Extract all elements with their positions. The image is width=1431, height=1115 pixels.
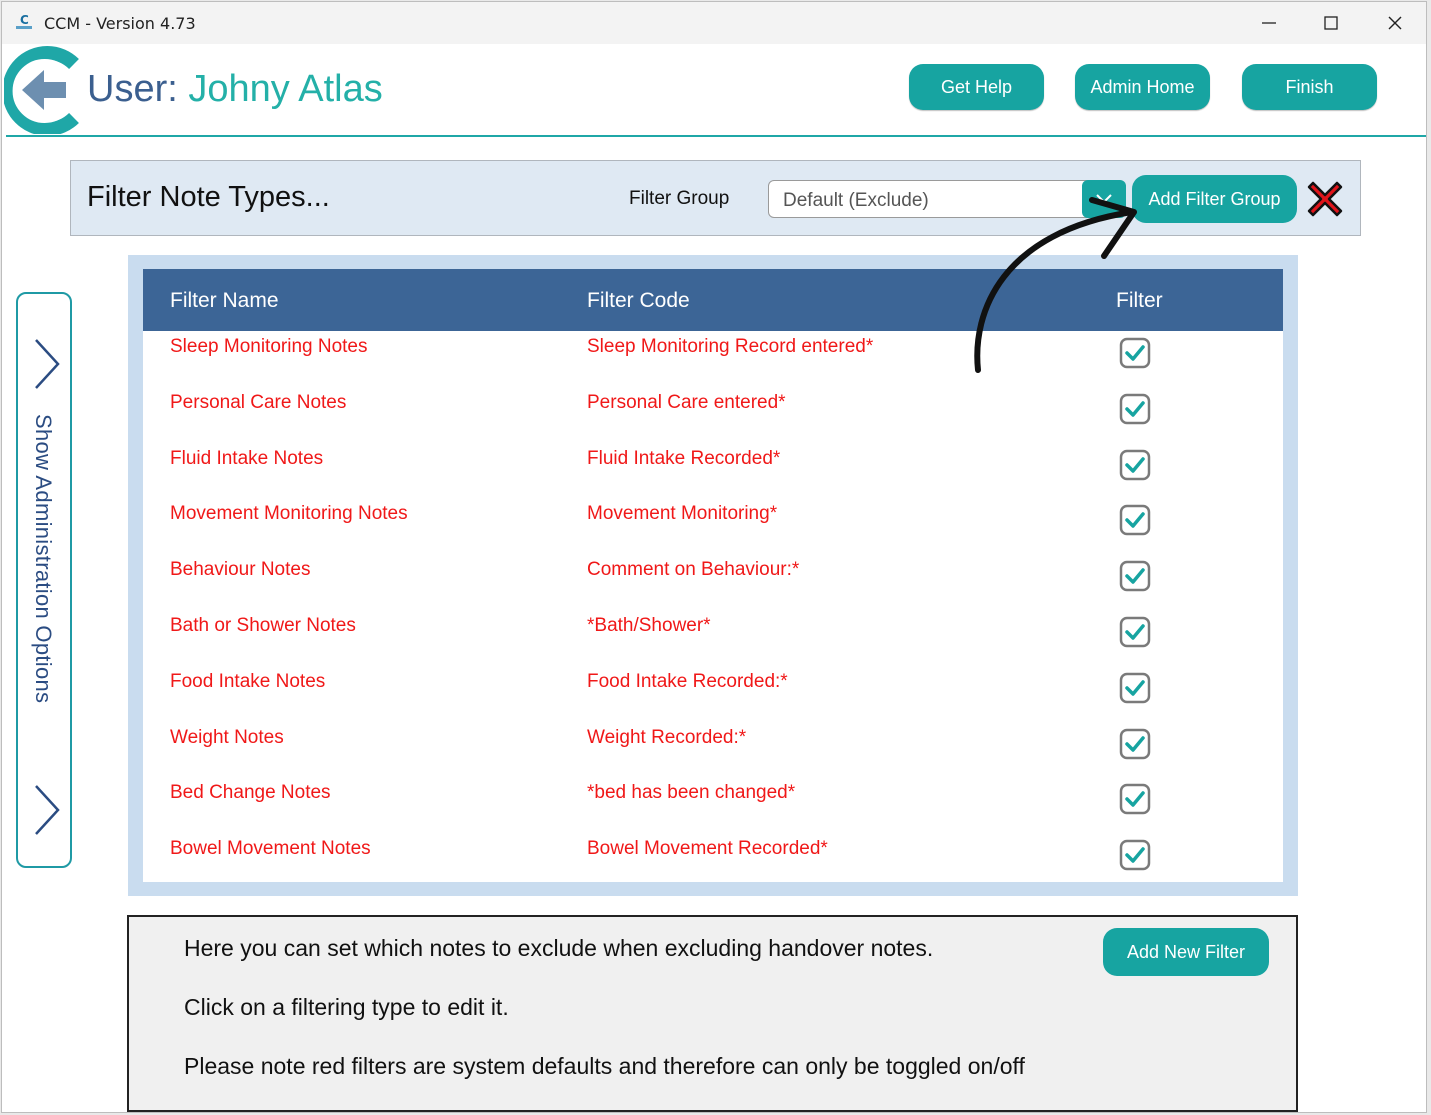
filter-bar: Filter Note Types... Filter Group Defaul… <box>70 160 1361 236</box>
checkbox-checked-icon[interactable] <box>1119 504 1151 536</box>
page-title: Filter Note Types... <box>87 181 330 213</box>
checkbox-checked-icon[interactable] <box>1119 783 1151 815</box>
filter-group-dropdown-button[interactable] <box>1082 180 1126 218</box>
info-box: Here you can set which notes to exclude … <box>127 915 1298 1112</box>
table-row[interactable]: Food Intake Notes Food Intake Recorded:* <box>143 666 1283 722</box>
checkbox-checked-icon[interactable] <box>1119 616 1151 648</box>
table-row[interactable]: Bed Change Notes *bed has been changed* <box>143 777 1283 833</box>
filter-group-select[interactable]: Default (Exclude) <box>768 180 1124 218</box>
chevron-down-icon <box>1096 194 1112 204</box>
user-prefix: User: <box>87 68 189 110</box>
table-row[interactable]: Personal Care Notes Personal Care entered… <box>143 387 1283 443</box>
app-window: C CCM - Version 4.73 User: Johny Atlas G… <box>1 1 1427 1113</box>
close-icon <box>1388 16 1402 30</box>
table-row[interactable]: Bath or Shower Notes *Bath/Shower* <box>143 610 1283 666</box>
filter-name-cell: Weight Notes <box>170 726 284 748</box>
table-row[interactable]: Weight Notes Weight Recorded:* <box>143 722 1283 778</box>
info-line-1: Here you can set which notes to exclude … <box>184 935 934 961</box>
column-header-filter: Filter <box>1116 289 1163 312</box>
column-header-filter-name: Filter Name <box>170 289 279 312</box>
window-title: CCM - Version 4.73 <box>44 14 196 33</box>
filter-name-cell: Movement Monitoring Notes <box>170 503 408 525</box>
checkbox-checked-icon[interactable] <box>1119 449 1151 481</box>
show-admin-options-tab[interactable]: Show Administration Options <box>16 292 72 868</box>
filter-name-cell: Fluid Intake Notes <box>170 447 324 469</box>
checkbox-checked-icon[interactable] <box>1119 393 1151 425</box>
user-label: User: Johny Atlas <box>87 68 383 111</box>
filter-group-value: Default (Exclude) <box>783 190 929 211</box>
table-row[interactable]: Movement Monitoring Notes Movement Monito… <box>143 498 1283 554</box>
filter-code-cell: Comment on Behaviour:* <box>587 559 800 581</box>
checkbox-checked-icon[interactable] <box>1119 728 1151 760</box>
filter-code-cell: Bowel Movement Recorded* <box>587 838 828 860</box>
admin-options-label: Show Administration Options <box>31 414 56 704</box>
filter-name-cell: Bath or Shower Notes <box>170 615 356 636</box>
column-header-filter-code: Filter Code <box>587 289 690 312</box>
close-window-button[interactable] <box>1372 8 1418 38</box>
title-bar: C CCM - Version 4.73 <box>2 2 1426 44</box>
get-help-button[interactable]: Get Help <box>909 64 1044 110</box>
filter-name-cell: Behaviour Notes <box>170 559 311 581</box>
chevron-right-icon <box>35 339 60 389</box>
table-row[interactable]: Bowel Movement Notes Bowel Movement Recor… <box>143 833 1283 889</box>
filter-code-cell: Weight Recorded:* <box>587 726 747 748</box>
info-line-2: Click on a filtering type to edit it. <box>184 994 509 1020</box>
checkbox-checked-icon[interactable] <box>1119 337 1151 369</box>
logo-icon <box>4 46 79 134</box>
add-new-filter-button[interactable]: Add New Filter <box>1103 928 1269 976</box>
app-header: User: Johny Atlas Get Help Admin Home Fi… <box>2 44 1426 138</box>
filter-name-cell: Personal Care Notes <box>170 391 347 413</box>
info-line-3: Please note red filters are system defau… <box>184 1053 1025 1079</box>
finish-button[interactable]: Finish <box>1242 64 1377 110</box>
user-name: Johny Atlas <box>188 68 383 110</box>
table-row[interactable]: Sleep Monitoring Notes Sleep Monitoring R… <box>143 331 1283 387</box>
admin-home-button[interactable]: Admin Home <box>1075 64 1210 110</box>
filter-code-cell: Sleep Monitoring Record entered* <box>587 336 874 357</box>
table-row[interactable]: Fluid Intake Notes Fluid Intake Recorded* <box>143 443 1283 499</box>
svg-text:C: C <box>20 13 29 27</box>
chevron-right-icon <box>35 785 60 835</box>
filter-table: Filter Name Filter Code Filter Sleep Mon… <box>143 269 1283 882</box>
minimize-button[interactable] <box>1246 8 1292 38</box>
checkbox-checked-icon[interactable] <box>1119 560 1151 592</box>
filter-code-cell: Fluid Intake Recorded* <box>587 447 781 469</box>
minimize-icon <box>1262 22 1276 24</box>
table-header: Filter Name Filter Code Filter <box>143 269 1283 331</box>
filter-code-cell: *Bath/Shower* <box>587 615 711 636</box>
filter-name-cell: Bowel Movement Notes <box>170 838 371 860</box>
checkbox-checked-icon[interactable] <box>1119 839 1151 871</box>
checkbox-checked-icon[interactable] <box>1119 672 1151 704</box>
filter-name-cell: Sleep Monitoring Notes <box>170 336 368 357</box>
app-icon: C <box>16 13 32 29</box>
filter-code-cell: Personal Care entered* <box>587 391 786 413</box>
filter-group-label: Filter Group <box>629 188 730 209</box>
table-row[interactable]: Behaviour Notes Comment on Behaviour:* <box>143 554 1283 610</box>
maximize-icon <box>1324 16 1338 30</box>
delete-x-icon[interactable] <box>1303 177 1347 221</box>
filter-code-cell: *bed has been changed* <box>587 782 796 804</box>
filter-name-cell: Food Intake Notes <box>170 670 326 692</box>
filter-code-cell: Food Intake Recorded:* <box>587 670 788 692</box>
header-divider <box>6 135 1426 137</box>
filter-name-cell: Bed Change Notes <box>170 782 331 804</box>
filter-table-panel: Filter Name Filter Code Filter Sleep Mon… <box>128 255 1298 896</box>
maximize-button[interactable] <box>1308 8 1354 38</box>
filter-code-cell: Movement Monitoring* <box>587 503 778 525</box>
add-filter-group-button[interactable]: Add Filter Group <box>1132 175 1297 223</box>
